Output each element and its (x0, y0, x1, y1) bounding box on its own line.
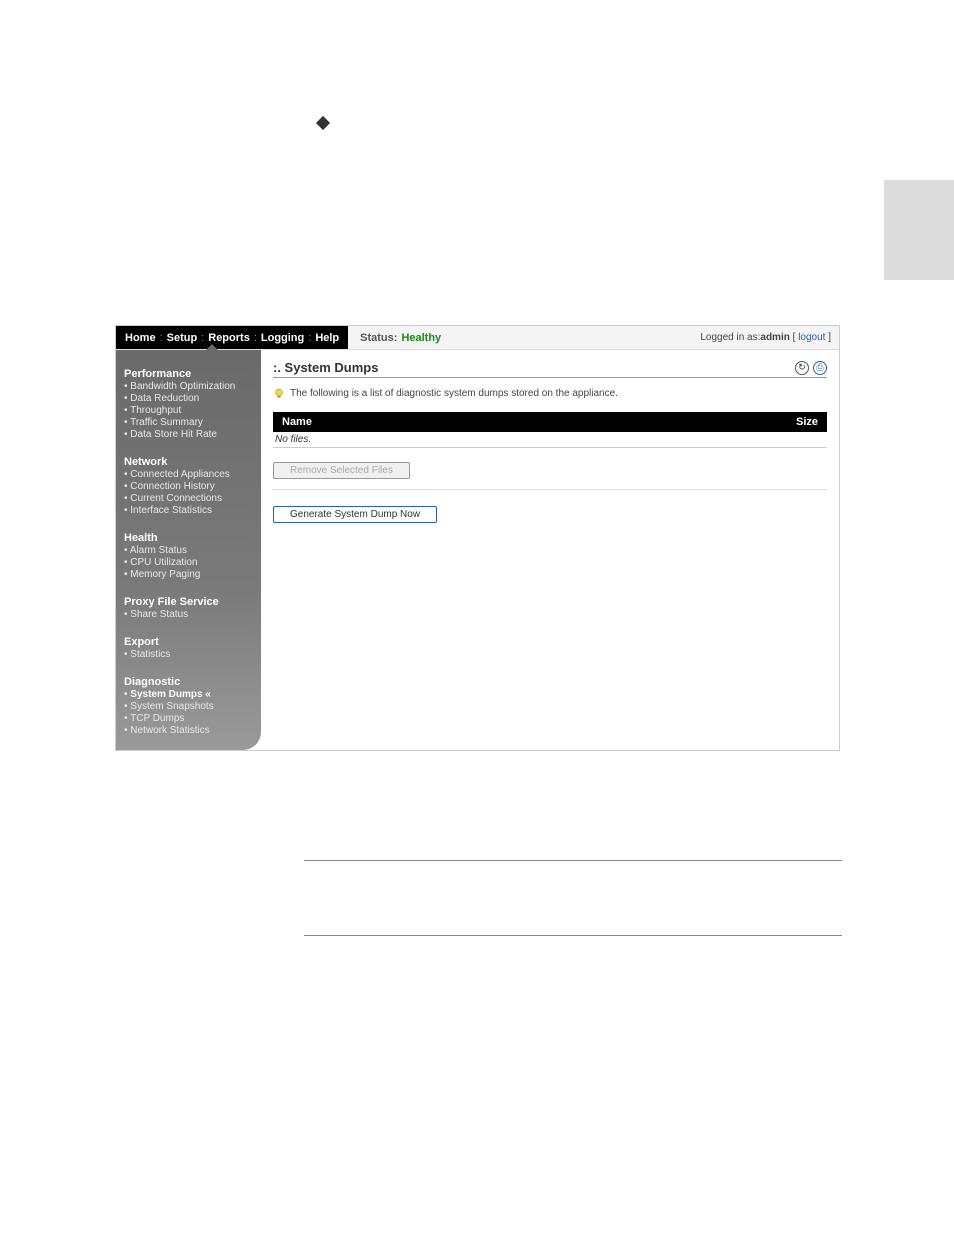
info-text: The following is a list of diagnostic sy… (290, 388, 618, 399)
sidebar-item-data-store-hit[interactable]: Data Store Hit Rate (124, 429, 253, 440)
lightbulb-icon (273, 388, 285, 400)
info-row: The following is a list of diagnostic sy… (273, 388, 827, 400)
login-prefix: Logged in as: (700, 332, 760, 343)
sidebar: Performance Bandwidth Optimization Data … (116, 350, 261, 750)
decorative-block (884, 180, 954, 280)
table-empty-row: No files. (273, 432, 827, 448)
sidebar-item-traffic-summary[interactable]: Traffic Summary (124, 417, 253, 428)
sidebar-item-bandwidth[interactable]: Bandwidth Optimization (124, 381, 253, 392)
generate-dump-button[interactable]: Generate System Dump Now (273, 506, 437, 523)
nav-setup[interactable]: Setup (164, 332, 201, 344)
sidebar-item-current-connections[interactable]: Current Connections (124, 493, 253, 504)
sidebar-item-alarm-status[interactable]: Alarm Status (124, 545, 253, 556)
col-name: Name (282, 416, 778, 428)
nav-home[interactable]: Home (122, 332, 159, 344)
nav-help[interactable]: Help (312, 332, 342, 344)
bracket-open: [ (790, 332, 798, 343)
nav-reports[interactable]: Reports (205, 332, 253, 344)
app-window: Home: Setup: Reports: Logging: Help Stat… (115, 325, 840, 751)
sidebar-item-data-reduction[interactable]: Data Reduction (124, 393, 253, 404)
sidebar-section-network: Network (124, 456, 253, 468)
main-content: :. System Dumps ↻ ⎙ The following is a l… (261, 350, 839, 750)
main-nav: Home: Setup: Reports: Logging: Help (116, 326, 348, 349)
status-value: Healthy (401, 332, 441, 344)
sidebar-section-health: Health (124, 532, 253, 544)
sidebar-item-cpu-utilization[interactable]: CPU Utilization (124, 557, 253, 568)
sidebar-item-share-status[interactable]: Share Status (124, 609, 253, 620)
login-user: admin (760, 332, 789, 343)
sidebar-item-connection-history[interactable]: Connection History (124, 481, 253, 492)
divider-line (304, 935, 842, 936)
sidebar-item-network-statistics[interactable]: Network Statistics (124, 725, 253, 736)
status-area: Status: Healthy (348, 326, 700, 349)
logout-link[interactable]: logout (798, 332, 825, 343)
table-header: Name Size (273, 412, 827, 432)
sidebar-item-statistics[interactable]: Statistics (124, 649, 253, 660)
sidebar-item-interface-statistics[interactable]: Interface Statistics (124, 505, 253, 516)
page-title: :. System Dumps (273, 360, 795, 375)
sidebar-section-pfs: Proxy File Service (124, 596, 253, 608)
bracket-close: ] (825, 332, 831, 343)
sidebar-item-throughput[interactable]: Throughput (124, 405, 253, 416)
sidebar-item-memory-paging[interactable]: Memory Paging (124, 569, 253, 580)
nav-pointer-icon (206, 344, 218, 350)
sidebar-item-tcp-dumps[interactable]: TCP Dumps (124, 713, 253, 724)
status-label: Status: (360, 332, 397, 344)
sidebar-section-diagnostic: Diagnostic (124, 676, 253, 688)
col-size: Size (778, 416, 818, 428)
sidebar-section-export: Export (124, 636, 253, 648)
sidebar-item-system-dumps[interactable]: System Dumps (124, 689, 253, 700)
topbar: Home: Setup: Reports: Logging: Help Stat… (116, 326, 839, 350)
diamond-bullet-icon (316, 116, 330, 130)
sidebar-section-performance: Performance (124, 368, 253, 380)
remove-selected-button: Remove Selected Files (273, 462, 410, 479)
sidebar-item-system-snapshots[interactable]: System Snapshots (124, 701, 253, 712)
sidebar-item-connected-appliances[interactable]: Connected Appliances (124, 469, 253, 480)
print-icon[interactable]: ⎙ (813, 361, 827, 375)
nav-logging[interactable]: Logging (258, 332, 307, 344)
refresh-icon[interactable]: ↻ (795, 361, 809, 375)
divider-line (304, 860, 842, 861)
login-area: Logged in as: admin [ logout ] (700, 326, 839, 349)
